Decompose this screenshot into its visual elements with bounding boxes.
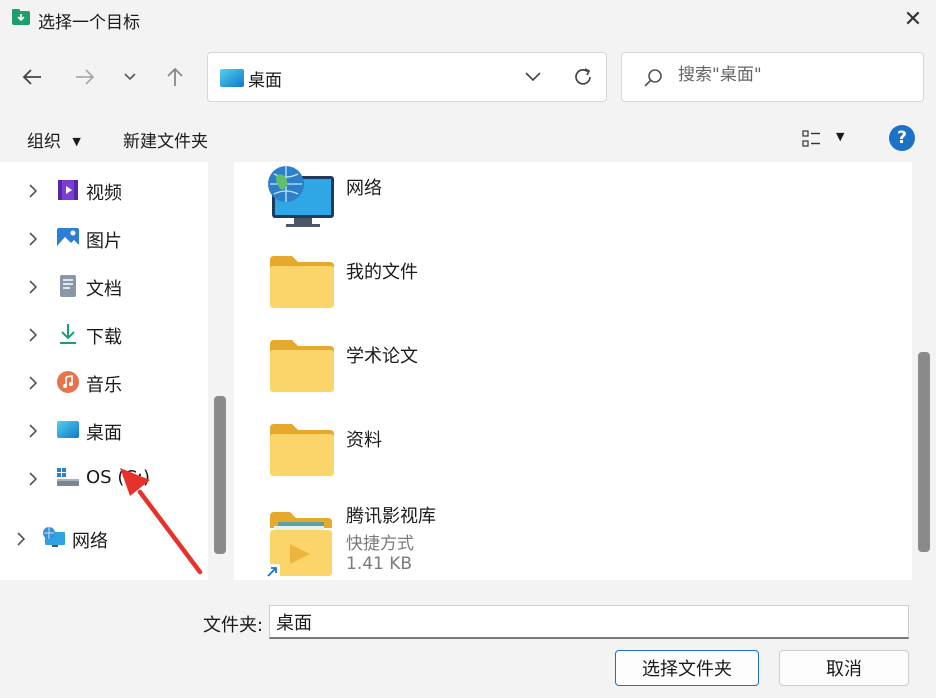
chevron-right-icon[interactable]: [28, 279, 38, 295]
view-list-icon: [802, 130, 820, 147]
window-title: 选择一个目标: [38, 13, 140, 33]
list-item-folder[interactable]: 学术论文: [234, 330, 904, 402]
title-bar: [0, 0, 936, 40]
documents-icon: [60, 275, 76, 297]
sidebar-item-downloads[interactable]: 下载: [0, 315, 200, 355]
drive-icon: [57, 468, 79, 486]
recent-locations-button[interactable]: [113, 60, 147, 94]
sidebar-item-label: 网络: [72, 531, 108, 552]
folder-icon: [270, 340, 334, 392]
chevron-down-icon: [124, 73, 136, 81]
search-icon: [644, 69, 662, 87]
desktop-icon: [220, 69, 244, 87]
chevron-right-icon[interactable]: [28, 231, 38, 247]
file-name: 腾讯影视库: [346, 506, 436, 527]
file-type: 快捷方式: [346, 534, 414, 554]
back-button[interactable]: [15, 60, 49, 94]
new-folder-button[interactable]: 新建文件夹: [123, 127, 208, 152]
address-bar[interactable]: 桌面: [207, 52, 607, 102]
file-size: 1.41 KB: [346, 554, 413, 574]
up-button[interactable]: [158, 60, 192, 94]
sidebar-item-desktop[interactable]: 桌面: [0, 411, 200, 451]
chevron-right-icon[interactable]: [28, 327, 38, 343]
desktop-icon: [57, 421, 79, 438]
list-item-shortcut[interactable]: 腾讯影视库 快捷方式 1.41 KB: [234, 498, 904, 580]
search-box[interactable]: [621, 52, 924, 102]
folder-icon: [270, 424, 334, 476]
sidebar-item-label: 图片: [86, 231, 122, 252]
sidebar-item-label: 文档: [86, 279, 122, 300]
forward-button[interactable]: [68, 60, 102, 94]
chevron-right-icon[interactable]: [16, 531, 26, 547]
chevron-right-icon[interactable]: [28, 471, 38, 487]
downloads-icon: [60, 324, 76, 344]
file-list: 网络 我的文件 学术论文 资料 腾讯影视库 快捷方式 1.41 KB: [234, 162, 912, 580]
arrow-up-icon: [167, 67, 183, 86]
file-name: 资料: [346, 430, 382, 451]
list-item-folder[interactable]: 我的文件: [234, 246, 904, 318]
list-item-folder[interactable]: 资料: [234, 414, 904, 486]
arrow-right-icon: [76, 69, 95, 85]
file-name: 学术论文: [346, 346, 418, 367]
folder-field[interactable]: [269, 605, 909, 639]
file-name: 网络: [346, 178, 382, 199]
sidebar-item-music[interactable]: 音乐: [0, 363, 200, 403]
help-button[interactable]: ?: [889, 125, 915, 151]
select-folder-button[interactable]: 选择文件夹: [615, 650, 759, 686]
refresh-icon[interactable]: [572, 66, 594, 88]
file-name: 我的文件: [346, 262, 418, 283]
close-button[interactable]: ✕: [900, 6, 926, 32]
shortcut-icon: [264, 512, 332, 580]
chevron-right-icon[interactable]: [28, 375, 38, 391]
list-item-network[interactable]: 网络: [234, 162, 904, 234]
folder-input[interactable]: [276, 611, 896, 632]
folder-icon: [270, 256, 334, 308]
folder-label: 文件夹:: [203, 615, 264, 636]
caret-down-icon: ▼: [72, 135, 81, 148]
arrow-left-icon: [22, 69, 41, 85]
sidebar-scrollbar[interactable]: [214, 396, 226, 554]
music-icon: [57, 371, 79, 393]
sidebar-item-videos[interactable]: 视频: [0, 171, 200, 211]
caret-down-icon: ▼: [836, 130, 845, 143]
search-input[interactable]: [678, 65, 908, 85]
network-icon: [268, 166, 334, 227]
organize-label: 组织: [27, 132, 61, 152]
sidebar-item-label: 桌面: [86, 423, 122, 444]
annotation-arrow: [120, 468, 203, 575]
download-folder-icon: [12, 9, 30, 25]
videos-icon: [58, 180, 78, 200]
view-options-button[interactable]: ▼: [802, 126, 852, 152]
chevron-right-icon[interactable]: [28, 183, 38, 199]
chevron-down-icon[interactable]: [524, 71, 542, 83]
sidebar-item-label: 音乐: [86, 375, 122, 396]
address-path: 桌面: [248, 71, 282, 91]
content-scrollbar[interactable]: [918, 352, 930, 552]
pictures-icon: [57, 228, 79, 248]
sidebar-item-label: 下载: [86, 327, 122, 348]
sidebar-item-documents[interactable]: 文档: [0, 267, 200, 307]
chevron-right-icon[interactable]: [28, 423, 38, 439]
organize-menu[interactable]: 组织 ▼: [27, 127, 81, 152]
sidebar-item-label: 视频: [86, 183, 122, 204]
sidebar-item-pictures[interactable]: 图片: [0, 219, 200, 259]
cancel-button[interactable]: 取消: [779, 650, 909, 686]
network-icon: [43, 527, 65, 547]
